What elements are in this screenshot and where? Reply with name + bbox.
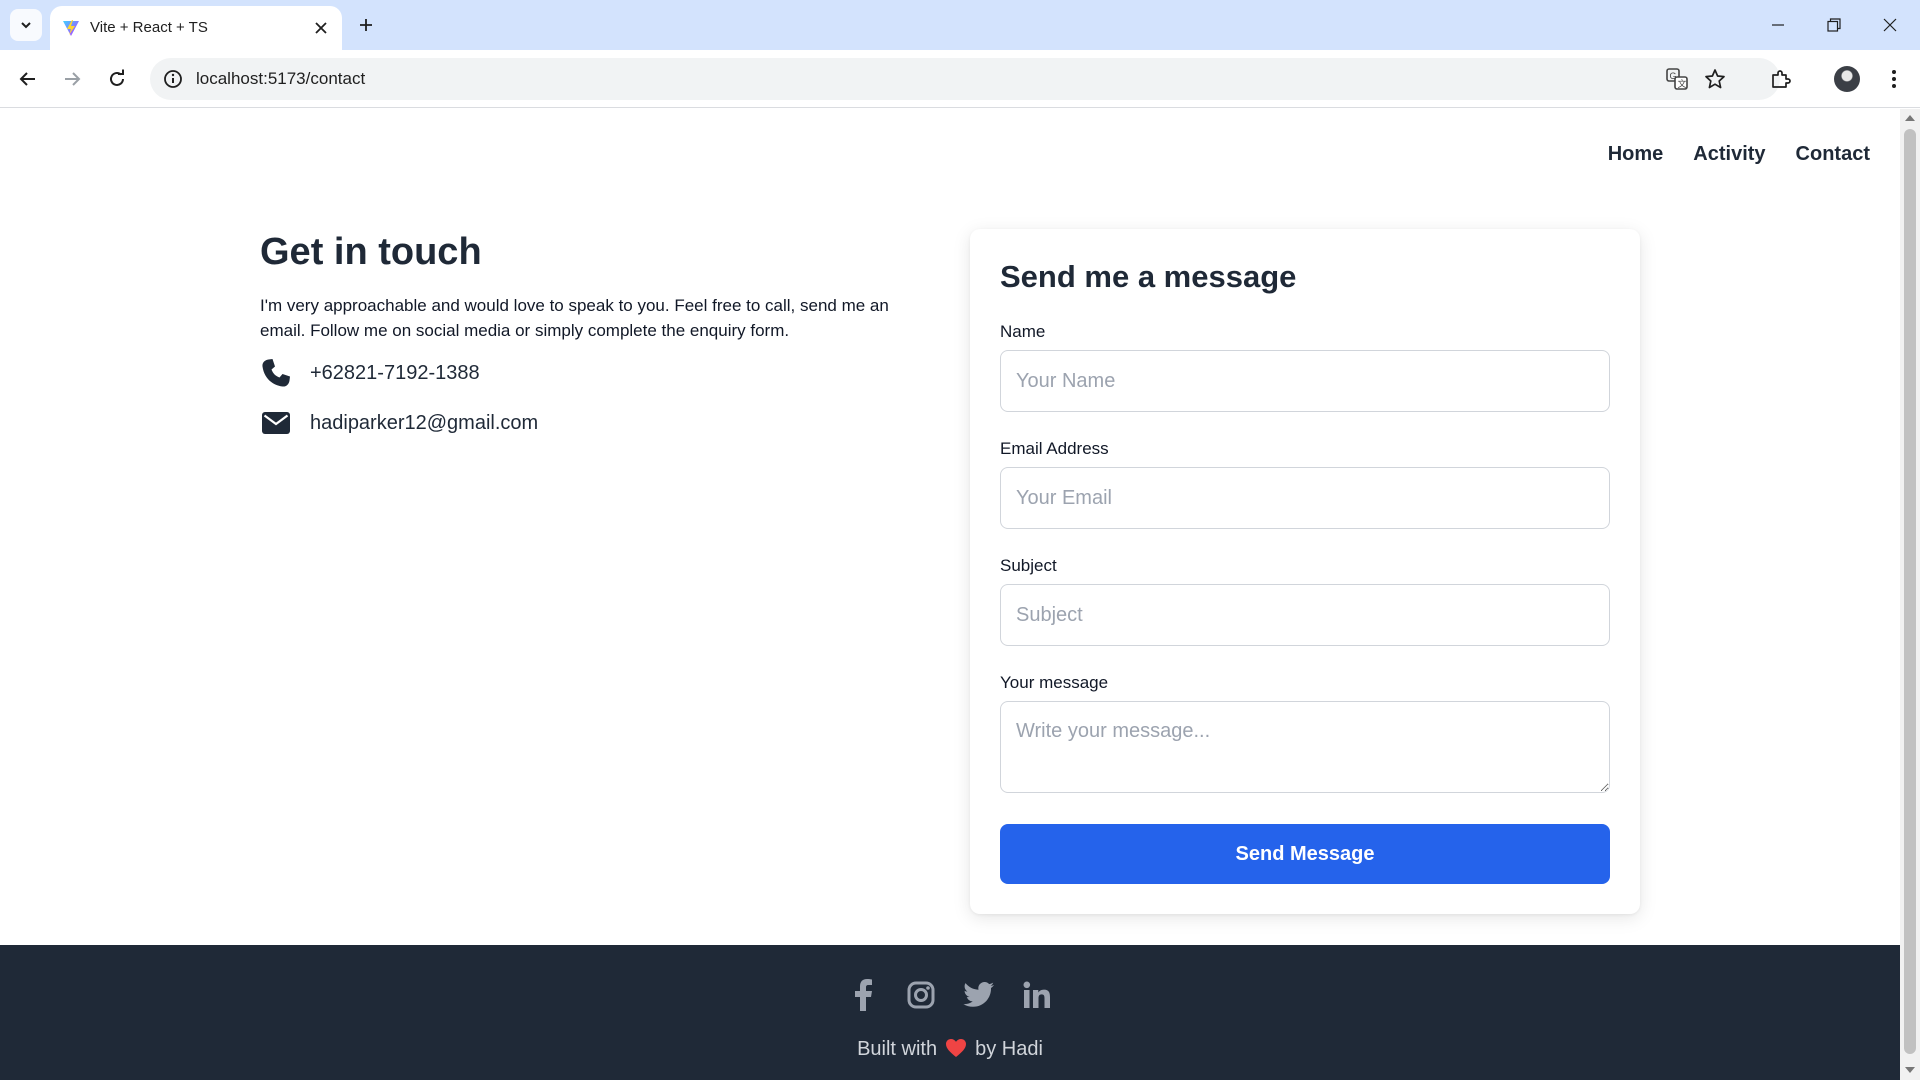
- send-message-button[interactable]: Send Message: [1000, 824, 1610, 884]
- site-footer: Built with by Hadi: [0, 945, 1900, 1080]
- nav-link-activity[interactable]: Activity: [1693, 143, 1765, 166]
- twitter-icon[interactable]: [963, 979, 995, 1011]
- contact-info-section: Get in touch I'm very approachable and w…: [260, 229, 920, 441]
- chevron-down-icon: [21, 22, 31, 29]
- social-links: [0, 979, 1900, 1011]
- page-viewport: Home Activity Contact Get in touch I'm v…: [0, 109, 1900, 1080]
- heart-icon: [945, 1038, 967, 1064]
- email-address[interactable]: hadiparker12@gmail.com: [310, 412, 538, 435]
- menu-kebab-icon[interactable]: [1878, 63, 1910, 95]
- subject-input[interactable]: [1000, 584, 1610, 646]
- name-label: Name: [1000, 322, 1046, 341]
- instagram-icon[interactable]: [905, 979, 937, 1011]
- form-title: Send me a message: [1000, 259, 1297, 294]
- contact-form-card: Send me a message Name Email Address Sub…: [970, 229, 1640, 914]
- nav-link-home[interactable]: Home: [1608, 143, 1664, 166]
- reload-icon: [110, 69, 124, 86]
- phone-number[interactable]: +62821-7192-1388: [310, 362, 480, 385]
- close-window-button[interactable]: [1862, 0, 1918, 50]
- facebook-icon[interactable]: [847, 979, 879, 1011]
- built-with-credit: Built with by Hadi: [0, 1038, 1900, 1064]
- vite-logo-icon: [63, 20, 79, 36]
- site-info-icon[interactable]: [162, 68, 184, 90]
- bookmark-star-icon[interactable]: [1703, 67, 1727, 91]
- tab-title: Vite + React + TS: [90, 19, 208, 36]
- back-button[interactable]: [10, 61, 46, 97]
- tab-search-button[interactable]: [10, 9, 42, 41]
- profile-avatar[interactable]: [1831, 63, 1863, 95]
- envelope-icon: [260, 407, 292, 439]
- url-text: localhost:5173/contact: [196, 69, 366, 88]
- phone-icon: [260, 357, 292, 389]
- message-label: Your message: [1000, 673, 1109, 692]
- minimize-button[interactable]: [1750, 0, 1806, 50]
- restore-button[interactable]: [1806, 0, 1862, 50]
- restore-icon: [1827, 18, 1841, 32]
- email-label: Email Address: [1000, 439, 1109, 458]
- close-icon: [1883, 18, 1897, 32]
- site-navigation: Home Activity Contact: [1608, 143, 1870, 166]
- email-input[interactable]: [1000, 467, 1610, 529]
- scroll-down-arrow-icon[interactable]: [1905, 1067, 1915, 1073]
- new-tab-button[interactable]: [350, 9, 382, 41]
- linkedin-icon[interactable]: [1021, 979, 1053, 1011]
- name-input[interactable]: [1000, 350, 1610, 412]
- get-in-touch-heading: Get in touch: [260, 231, 482, 273]
- subject-label: Subject: [1000, 556, 1057, 575]
- minimize-icon: [1772, 24, 1784, 26]
- arrow-right-icon: [65, 72, 81, 86]
- scrollbar-thumb[interactable]: [1904, 129, 1916, 1054]
- browser-titlebar: Vite + React + TS: [0, 0, 1920, 50]
- scroll-up-arrow-icon[interactable]: [1905, 115, 1915, 121]
- close-tab-icon[interactable]: [310, 17, 332, 39]
- address-bar[interactable]: localhost:5173/contact G文: [150, 58, 1780, 100]
- vertical-scrollbar[interactable]: [1900, 109, 1920, 1080]
- browser-tab[interactable]: Vite + React + TS: [50, 6, 342, 50]
- nav-link-contact[interactable]: Contact: [1796, 143, 1870, 166]
- translate-icon[interactable]: G文: [1665, 67, 1689, 91]
- forward-button[interactable]: [54, 61, 90, 97]
- built-prefix: Built with: [857, 1038, 938, 1060]
- built-suffix: by Hadi: [975, 1038, 1043, 1060]
- message-textarea[interactable]: [1000, 701, 1610, 793]
- plus-icon: [360, 19, 372, 31]
- avatar-icon: [1834, 66, 1860, 92]
- svg-text:文: 文: [1678, 78, 1687, 89]
- reload-button[interactable]: [99, 61, 135, 97]
- intro-text: I'm very approachable and would love to …: [260, 296, 889, 340]
- phone-row: +62821-7192-1388: [260, 355, 920, 391]
- email-row: hadiparker12@gmail.com: [260, 405, 920, 441]
- extensions-puzzle-icon[interactable]: [1765, 63, 1797, 95]
- browser-toolbar: localhost:5173/contact G文: [0, 50, 1920, 108]
- arrow-left-icon: [19, 72, 35, 86]
